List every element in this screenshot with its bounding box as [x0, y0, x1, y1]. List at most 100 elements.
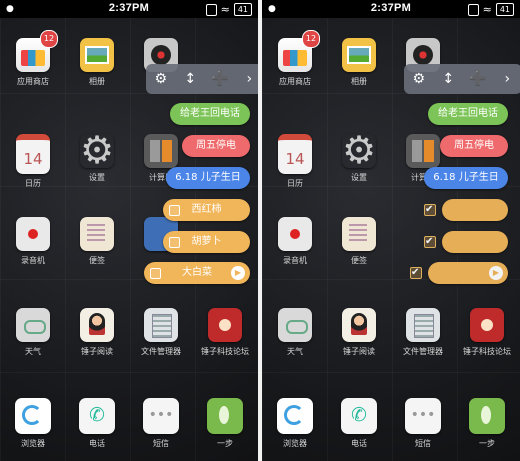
- calendar-icon: 14: [278, 134, 312, 174]
- phone-screen-before: ● 2:37PM ≈ 41 12 应用商店 相册 14 日历 设置: [0, 0, 258, 461]
- app-forum[interactable]: 锤子科技论坛: [458, 308, 516, 357]
- status-bar: ● 2:37PM ≈ 41: [0, 0, 258, 18]
- app-reader[interactable]: 锤子阅读: [68, 308, 126, 357]
- notification-badge: 12: [40, 30, 58, 48]
- app-notes[interactable]: 便签: [330, 217, 388, 266]
- app-label: 便签: [89, 256, 105, 265]
- reminder-birthday[interactable]: 6.18 儿子生日: [424, 167, 508, 189]
- calculator-icon: [144, 134, 178, 168]
- app-label: 一步: [217, 439, 233, 448]
- step-icon: [469, 398, 505, 434]
- todo-tomato[interactable]: 西红柿: [163, 199, 250, 221]
- todo-label: 胡萝卜: [191, 236, 222, 247]
- app-weather[interactable]: 天气: [266, 308, 324, 357]
- reminder-call[interactable]: 给老王回电话: [428, 103, 508, 125]
- calculator-icon: [406, 134, 440, 168]
- reminder-call[interactable]: 给老王回电话: [170, 103, 250, 125]
- calendar-icon: 14: [16, 134, 50, 174]
- app-calendar[interactable]: 14 日历: [4, 134, 62, 189]
- app-label: 设置: [89, 173, 105, 182]
- app-label: 文件管理器: [403, 347, 443, 356]
- add-icon[interactable]: ➕: [210, 71, 230, 87]
- app-label: 相册: [351, 77, 367, 86]
- sort-icon[interactable]: ↕: [180, 71, 200, 87]
- app-forum[interactable]: 锤子科技论坛: [196, 308, 254, 357]
- dock-sms[interactable]: ••• 短信: [132, 398, 190, 449]
- browser-icon: [277, 398, 313, 434]
- app-label: 天气: [25, 347, 41, 356]
- battery-indicator: 41: [495, 3, 514, 16]
- app-photos[interactable]: 相册: [68, 38, 126, 87]
- reminder-birthday[interactable]: 6.18 儿子生日: [166, 167, 250, 189]
- checkbox-checked[interactable]: [410, 262, 422, 284]
- photos-icon: [80, 38, 114, 72]
- chevron-right-icon[interactable]: ›: [497, 71, 517, 87]
- app-files[interactable]: 文件管理器: [394, 308, 452, 357]
- app-recorder[interactable]: 录音机: [266, 217, 324, 266]
- app-label: 锤子阅读: [343, 347, 375, 356]
- dock-step[interactable]: 一步: [458, 398, 516, 449]
- store-icon: 12: [16, 30, 58, 72]
- wifi-icon: ≈: [220, 3, 230, 16]
- checkbox-checked[interactable]: [424, 231, 436, 253]
- app-label: 天气: [287, 347, 303, 356]
- todo-cabbage-done[interactable]: 大白菜 ▶: [410, 262, 508, 284]
- phone-screen-after: ● 2:37PM ≈ 41 12 应用商店 相册 14 日历 设置: [262, 0, 520, 461]
- dock-step[interactable]: 一步: [196, 398, 254, 449]
- app-label: 短信: [415, 439, 431, 448]
- gear-icon: [80, 128, 114, 172]
- app-label: 浏览器: [283, 439, 307, 448]
- app-label: 录音机: [21, 256, 45, 265]
- app-photos[interactable]: 相册: [330, 38, 388, 87]
- gear-icon[interactable]: ⚙: [409, 71, 429, 87]
- chevron-right-icon[interactable]: ›: [239, 71, 258, 87]
- dock-phone[interactable]: ✆ 电话: [330, 398, 388, 449]
- notes-icon: [80, 217, 114, 251]
- todo-carrot[interactable]: 胡萝卜: [163, 231, 250, 253]
- dock-browser[interactable]: 浏览器: [266, 398, 324, 449]
- app-label: 日历: [287, 179, 303, 188]
- checkbox[interactable]: [150, 268, 161, 279]
- app-calendar[interactable]: 14 日历: [266, 134, 324, 189]
- app-label: 锤子科技论坛: [463, 347, 511, 356]
- reader-icon: [80, 308, 114, 342]
- app-label: 应用商店: [17, 77, 49, 86]
- app-notes[interactable]: 便签: [68, 217, 126, 266]
- checkbox[interactable]: [169, 205, 180, 216]
- checkbox-checked[interactable]: [424, 199, 436, 221]
- app-store[interactable]: 12 应用商店: [4, 30, 62, 87]
- reminder-power[interactable]: 周五停电: [182, 135, 250, 157]
- dock-phone[interactable]: ✆ 电话: [68, 398, 126, 449]
- sort-icon[interactable]: ↕: [438, 71, 458, 87]
- app-label: 日历: [25, 179, 41, 188]
- dock-sms[interactable]: ••• 短信: [394, 398, 452, 449]
- app-weather[interactable]: 天气: [4, 308, 62, 357]
- app-label: 相册: [89, 77, 105, 86]
- app-store[interactable]: 12 应用商店: [266, 30, 324, 87]
- app-label: 电话: [351, 439, 367, 448]
- app-label: 一步: [479, 439, 495, 448]
- app-files[interactable]: 文件管理器: [132, 308, 190, 357]
- app-recorder[interactable]: 录音机: [4, 217, 62, 266]
- app-reader[interactable]: 锤子阅读: [330, 308, 388, 357]
- weather-icon: [278, 308, 312, 342]
- dock-browser[interactable]: 浏览器: [4, 398, 62, 449]
- play-icon[interactable]: ▶: [231, 266, 245, 280]
- todo-cabbage[interactable]: 大白菜 ▶: [144, 262, 250, 284]
- forum-icon: [470, 308, 504, 342]
- reminder-power[interactable]: 周五停电: [440, 135, 508, 157]
- weather-icon: [16, 308, 50, 342]
- todo-tomato-done[interactable]: 西红柿: [424, 199, 508, 221]
- app-settings[interactable]: 设置: [330, 128, 388, 183]
- notification-badge: 12: [302, 30, 320, 48]
- play-icon[interactable]: ▶: [489, 266, 503, 280]
- phone-status-icon: [467, 3, 479, 16]
- checkbox[interactable]: [169, 237, 180, 248]
- app-settings[interactable]: 设置: [68, 128, 126, 183]
- status-icons: ≈ 41: [205, 3, 252, 16]
- files-icon: [406, 308, 440, 342]
- gear-icon[interactable]: ⚙: [151, 71, 171, 87]
- todo-carrot-done[interactable]: 胡萝卜: [424, 231, 508, 253]
- add-icon[interactable]: ➕: [468, 71, 488, 87]
- reminder-toolbar: ⚙ ↕ ➕ ›: [146, 64, 258, 94]
